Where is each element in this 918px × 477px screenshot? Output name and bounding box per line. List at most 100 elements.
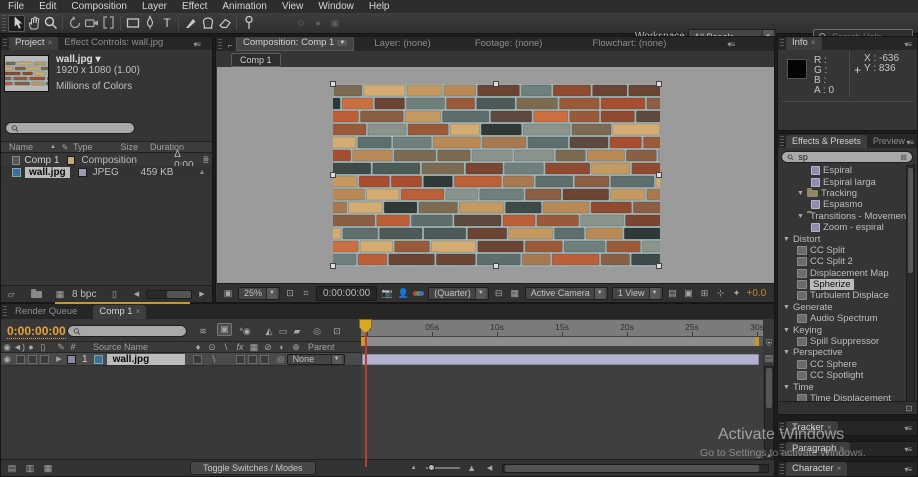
panel-menu-icon[interactable]: ▾≡	[906, 138, 913, 147]
collapse-switch-icon[interactable]: ⊙	[206, 341, 218, 353]
adjustment-switch-icon[interactable]: ◐	[276, 341, 288, 353]
effects-item-generate[interactable]: ▼Generate	[779, 302, 907, 313]
menu-edit[interactable]: Edit	[39, 1, 56, 12]
effects-item-perspective[interactable]: ▼Perspective	[779, 347, 907, 358]
panel-menu-icon[interactable]: ▾≡	[904, 424, 911, 433]
toggle-switches-modes-button[interactable]: Toggle Switches / Modes	[190, 461, 316, 475]
layer-source-name[interactable]: wall.jpg	[107, 354, 185, 365]
selection-tool-icon[interactable]	[8, 15, 25, 32]
effects-item-spill-suppressor[interactable]: Spill Suppressor	[779, 336, 907, 347]
zoom-in-mountain-icon[interactable]: ▲	[466, 462, 478, 474]
menu-help[interactable]: Help	[369, 1, 390, 12]
panel-menu-icon[interactable]: ▾≡	[727, 40, 734, 49]
delete-icon[interactable]: ▯	[108, 288, 120, 300]
expander-icon[interactable]: ▶	[53, 353, 65, 365]
camera-dropdown[interactable]: Active Camera▼	[525, 287, 608, 300]
collapse-caret-icon[interactable]: ▼	[797, 213, 804, 220]
project-search-input[interactable]	[23, 123, 129, 133]
tab-timeline-comp[interactable]: Comp 1×	[93, 305, 146, 319]
new-preset-icon[interactable]: ⊡	[903, 402, 915, 414]
timeline-hscrollbar[interactable]	[502, 464, 769, 473]
table-row[interactable]: Comp 1 Composition Δ 0:00 품	[1, 154, 212, 166]
viewer-panel-grip[interactable]	[218, 39, 222, 49]
effects-item-distort[interactable]: ▼Distort	[779, 233, 907, 244]
parent-pickwhip-icon[interactable]: ◎	[275, 353, 287, 365]
effects-item-cc-split[interactable]: CC Split	[779, 245, 907, 256]
label-column-icon[interactable]: ✎	[59, 141, 71, 153]
current-time-display[interactable]: 0:00:00:00	[7, 324, 66, 339]
lock-toggle[interactable]	[40, 355, 49, 364]
table-row[interactable]: wall.jpg JPEG 459 KB ▲	[1, 166, 212, 178]
type-tool-icon[interactable]: T	[158, 15, 175, 32]
timeline-vscrollbar[interactable]: ▲	[764, 366, 774, 461]
menu-file[interactable]: File	[8, 1, 24, 12]
view-layout-dropdown[interactable]: 1 View▼	[612, 287, 663, 300]
tab-effects-presets[interactable]: Effects & Presets	[786, 135, 867, 148]
tab-effect-controls[interactable]: Effect Controls: wall.jpg	[58, 37, 169, 50]
pen-tool-icon[interactable]	[141, 15, 158, 32]
time-ruler[interactable]: 0s05s10s15s20s25s30s	[361, 320, 763, 337]
camera-row-icon[interactable]: ▤	[763, 352, 775, 364]
comp-marker-bin-icon[interactable]: ⛨	[763, 337, 775, 349]
number-column-icon[interactable]: #	[67, 341, 79, 353]
label-color-swatch[interactable]	[78, 168, 87, 177]
expand-transfer-controls-icon[interactable]: ▥	[24, 462, 36, 474]
tab-flowchart[interactable]: Flowchart: (none)	[586, 37, 672, 51]
collapse-caret-icon[interactable]: ▼	[783, 304, 790, 311]
menu-effect[interactable]: Effect	[182, 1, 207, 12]
selection-handle[interactable]	[656, 81, 662, 87]
effects-item-transitions-movement[interactable]: ▼Transitions - Movement	[779, 211, 907, 222]
tab-layer[interactable]: Layer: (none)	[368, 37, 437, 51]
unified-camera-tool-icon[interactable]	[83, 15, 100, 32]
tab-render-queue[interactable]: Render Queue	[9, 305, 83, 319]
video-column-icon[interactable]: ◉	[1, 341, 13, 353]
source-name-column[interactable]: Source Name	[93, 342, 148, 352]
effects-item-keying[interactable]: ▼Keying	[779, 324, 907, 335]
layer-row[interactable]: ◉ ▶ 1 wall.jpg ∖ ◎ None▼	[1, 353, 361, 366]
effects-item-spherize[interactable]: Spherize	[779, 279, 907, 290]
info-panel-grip[interactable]	[780, 39, 784, 48]
brainstorm-icon[interactable]: ⊡	[331, 325, 343, 337]
lock-column-icon[interactable]: ▯	[37, 341, 49, 353]
tab-paragraph[interactable]: Paragraph×	[786, 442, 850, 456]
panel-menu-icon[interactable]: ▾≡	[904, 465, 911, 474]
scroll-right-icon[interactable]: ▶	[196, 288, 208, 300]
grid-options-icon[interactable]: ▤	[667, 287, 679, 299]
h-scrollbar[interactable]	[146, 290, 192, 299]
effects-search-input[interactable]	[798, 152, 896, 162]
layer-3d-switch[interactable]	[260, 355, 269, 364]
effects-item-zoom-espiral[interactable]: Zoom - espiral	[779, 222, 907, 233]
expand-inout-icon[interactable]: ▦	[42, 462, 54, 474]
frame-blend-switch-icon[interactable]: ▦	[248, 341, 260, 353]
layer-duration-bar[interactable]	[362, 354, 759, 365]
project-panel-grip[interactable]	[3, 39, 7, 48]
close-icon[interactable]: ×	[48, 38, 53, 47]
selection-handle[interactable]	[330, 263, 336, 269]
layer-fx-switch[interactable]	[236, 355, 245, 364]
effects-item-espiral[interactable]: Espiral	[779, 165, 907, 176]
quality-switch-icon[interactable]: \	[220, 341, 232, 353]
safe-margins-icon[interactable]: ⊡	[284, 287, 296, 299]
character-grip[interactable]	[780, 464, 784, 474]
rotation-tool-icon[interactable]	[66, 15, 83, 32]
close-icon[interactable]: ×	[827, 423, 832, 432]
tab-info[interactable]: Info×	[786, 37, 822, 50]
work-area-end-handle[interactable]	[755, 337, 759, 346]
scroll-left-icon[interactable]: ◀	[484, 462, 496, 474]
item-name[interactable]: wall.jpg	[25, 167, 70, 178]
scroll-left-icon[interactable]: ◀	[130, 288, 142, 300]
menu-window[interactable]: Window	[318, 1, 354, 12]
close-icon[interactable]: ×	[136, 307, 141, 316]
timeline-button-icon[interactable]: ⊹	[715, 287, 727, 299]
layer-label-swatch[interactable]	[67, 355, 76, 364]
effects-item-displacement-map[interactable]: Displacement Map	[779, 268, 907, 279]
col-type[interactable]: Type	[73, 142, 93, 152]
new-folder-icon[interactable]	[31, 291, 42, 298]
fast-preview-icon[interactable]: ⊞	[699, 287, 711, 299]
timeline-zoom-slider[interactable]	[426, 467, 460, 469]
new-composition-icon[interactable]: ▦	[54, 288, 66, 300]
zoom-slider-thumb[interactable]	[428, 464, 435, 471]
clone-stamp-tool-icon[interactable]	[199, 15, 216, 32]
menu-composition[interactable]: Composition	[71, 1, 127, 12]
solo-toggle[interactable]	[28, 355, 37, 364]
